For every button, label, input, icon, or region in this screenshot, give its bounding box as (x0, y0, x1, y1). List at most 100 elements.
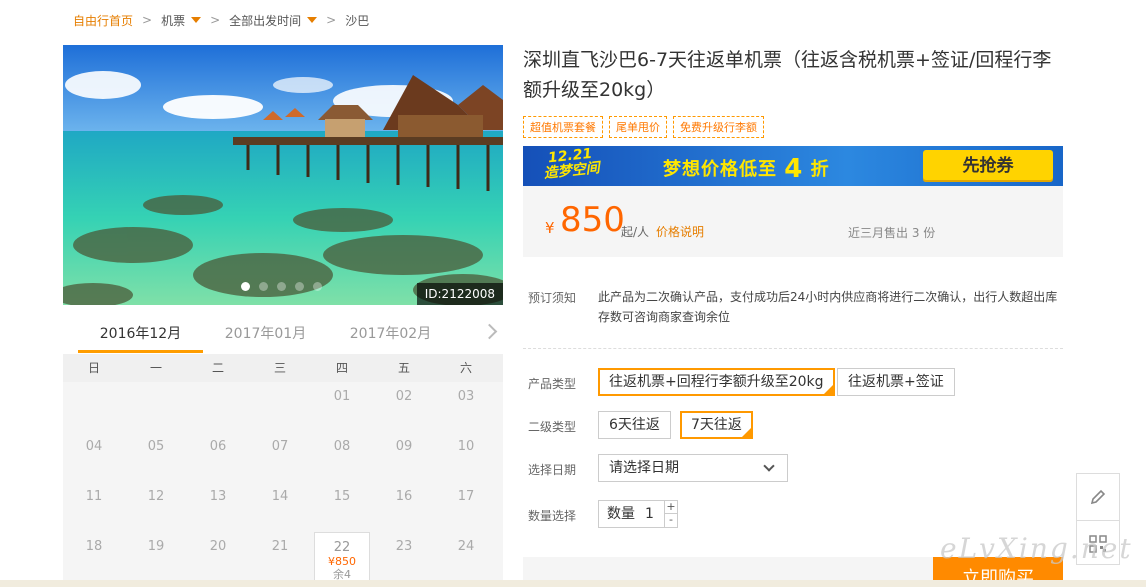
product-type-label: 产品类型 (528, 377, 577, 391)
calendar-day: 06 (187, 432, 249, 482)
sub-type-option-6days[interactable]: 6天往返 (598, 411, 671, 439)
calendar-day: 11 (63, 482, 125, 532)
weekday-header: 日 一 二 三 四 五 六 (63, 354, 503, 382)
product-photo[interactable]: ID:2122008 (63, 45, 503, 305)
tab-month-1[interactable]: 2016年12月 (78, 315, 203, 353)
calendar-day: 20 (187, 532, 249, 582)
weekday-label: 五 (397, 361, 410, 375)
calendar-day: 04 (63, 432, 125, 482)
calendar-day: 14 (249, 482, 311, 532)
promo-logo: 12.21 造梦空间 (542, 146, 600, 182)
calendar-day: 12 (125, 482, 187, 532)
calendar-day: 23 (373, 532, 435, 582)
quantity-decrement-button[interactable]: - (664, 514, 677, 527)
calendar-day: 24 (435, 532, 497, 582)
calendar-day: 03 (435, 382, 497, 432)
product-id-badge: ID:2122008 (416, 283, 503, 305)
weekday-label: 日 (87, 361, 100, 375)
calendar-day: 10 (435, 432, 497, 482)
calendar-day: 15 (311, 482, 373, 532)
calendar-day-number: 03 (457, 389, 475, 404)
calendar-day-number: 06 (209, 439, 227, 454)
calendar-day-number: 23 (395, 539, 413, 554)
carousel-dot[interactable] (313, 282, 322, 291)
calendar-day-available[interactable]: 22 ¥850 余4 (314, 532, 370, 582)
tab-month-2[interactable]: 2017年01月 (203, 315, 328, 353)
product-type-option-baggage[interactable]: 往返机票+回程行李额升级至20kg (598, 368, 835, 396)
calendar-day: 01 (311, 382, 373, 432)
promo-text: 梦想价格低至 4 折 (663, 152, 830, 184)
calendar-day: 19 (125, 532, 187, 582)
weekday-label: 三 (273, 361, 286, 375)
promo-banner[interactable]: 12.21 造梦空间 梦想价格低至 4 折 先抢券 (523, 146, 1063, 186)
calendar-empty-cell (249, 382, 311, 432)
carousel-dot[interactable] (277, 282, 286, 291)
calendar-day-number: 22 (333, 540, 351, 555)
calendar-day: 09 (373, 432, 435, 482)
price-amount: 850 (560, 200, 625, 240)
calendar-day-number: 20 (209, 539, 227, 554)
beach-resort-photo (63, 45, 503, 305)
price-unit: 起/人 (621, 225, 650, 239)
breadcrumb-separator: > (210, 13, 221, 27)
breadcrumb-destination: 沙巴 (345, 13, 370, 28)
calendar-day: 17 (435, 482, 497, 532)
calendar-day: 16 (373, 482, 435, 532)
quantity-prefix: 数量 (607, 506, 635, 522)
pencil-icon (1090, 489, 1106, 505)
breadcrumb-departure-dropdown[interactable]: 全部出发时间 (229, 12, 318, 29)
sold-count: 近三月售出 3 份 (848, 226, 936, 240)
breadcrumb-departure-label: 全部出发时间 (229, 13, 302, 28)
calendar-day: 21 (249, 532, 311, 582)
calendar-day-number: 01 (333, 389, 351, 404)
calendar-day-number: 12 (147, 489, 165, 504)
calendar-empty-cell (187, 382, 249, 432)
tab-month-3[interactable]: 2017年02月 (328, 315, 453, 353)
sub-type-label: 二级类型 (528, 420, 577, 434)
site-watermark: eLvXing.net (940, 532, 1133, 565)
quantity-label: 数量选择 (528, 509, 577, 523)
divider (523, 348, 1063, 349)
quantity-stepper[interactable]: 数量 1 + - (598, 500, 678, 528)
product-tag: 超值机票套餐 (523, 116, 603, 138)
calendar-day-number: 05 (147, 439, 165, 454)
calendar-empty-cell (125, 382, 187, 432)
calendar-day-number: 24 (457, 539, 475, 554)
product-title: 深圳直飞沙巴6-7天往返单机票（往返含税机票+签证/回程行李额升级至20kg） (523, 49, 1052, 101)
weekday-label: 四 (335, 361, 348, 375)
quantity-value[interactable]: 1 (645, 501, 654, 527)
calendar-day-number: 08 (333, 439, 351, 454)
calendar-day-number: 21 (271, 539, 289, 554)
calendar-day-number: 15 (333, 489, 351, 504)
calendar-day-number: 19 (147, 539, 165, 554)
chevron-right-icon[interactable] (481, 323, 498, 340)
booking-notice-label: 预订须知 (528, 291, 577, 305)
calendar-day-number: 17 (457, 489, 475, 504)
caret-down-icon (191, 17, 202, 23)
departure-calendar: 2016年12月 2017年01月 2017年02月 日 一 二 三 四 五 六… (63, 315, 503, 582)
carousel-dot[interactable] (259, 282, 268, 291)
calendar-day: 07 (249, 432, 311, 482)
breadcrumb-separator: > (326, 13, 337, 27)
breadcrumb-category-label: 机票 (161, 13, 186, 28)
calendar-day-number: 10 (457, 439, 475, 454)
breadcrumb-home-link[interactable]: 自由行首页 (73, 12, 133, 29)
breadcrumb-category-dropdown[interactable]: 机票 (161, 12, 202, 29)
weekday-label: 六 (459, 361, 472, 375)
calendar-grid: 01 02 03 04 05 06 07 08 09 10 11 12 13 14 15 16 17 18 19 20… (63, 382, 503, 582)
carousel-dot[interactable] (241, 282, 250, 291)
sub-type-option-7days[interactable]: 7天往返 (680, 411, 753, 439)
calendar-day-number: 02 (395, 389, 413, 404)
date-select[interactable]: 请选择日期 (598, 454, 788, 482)
calendar-day-number: 16 (395, 489, 413, 504)
carousel-dot[interactable] (295, 282, 304, 291)
calendar-day: 05 (125, 432, 187, 482)
feedback-button[interactable] (1077, 474, 1119, 520)
grab-coupon-button[interactable]: 先抢券 (923, 150, 1053, 182)
calendar-day: 13 (187, 482, 249, 532)
calendar-day: 18 (63, 532, 125, 582)
product-type-option-visa[interactable]: 往返机票+签证 (837, 368, 955, 396)
calendar-day-number: 18 (85, 539, 103, 554)
price-explanation-link[interactable]: 价格说明 (656, 223, 704, 240)
promo-discount-suffix: 折 (810, 159, 830, 180)
